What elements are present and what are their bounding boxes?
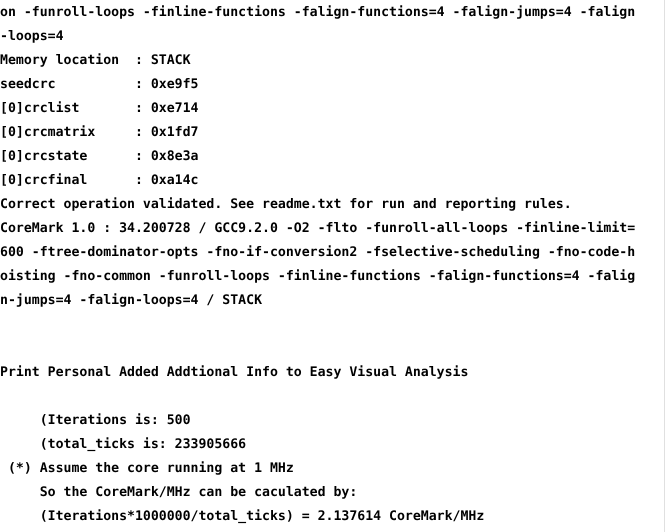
terminal-line-list: on -funroll-loops -finline-functions -fa… [0, 0, 665, 529]
terminal-line-calculation-note: So the CoreMark/MHz can be caculated by: [0, 485, 358, 500]
terminal-line-assume-core-clock: (*) Assume the core running at 1 MHz [0, 461, 294, 476]
terminal-line-coremark-result-wrap-2: 600 -ftree-dominator-opts -fno-if-conver… [0, 245, 636, 260]
terminal-line-flags-wrap-2: -loops=4 [0, 29, 64, 44]
terminal-line-crcfinal: [0]crcfinal : 0xa14c [0, 173, 199, 188]
terminal-line-coremark-per-mhz: (Iterations*1000000/total_ticks) = 2.137… [0, 509, 485, 524]
terminal-line-coremark-result-wrap-1: CoreMark 1.0 : 34.200728 / GCC9.2.0 -O2 … [0, 221, 636, 236]
terminal-line-memory-location: Memory location : STACK [0, 53, 191, 68]
terminal-line-flags-wrap-1: on -funroll-loops -finline-functions -fa… [0, 5, 636, 20]
terminal-line-personal-info-header: Print Personal Added Addtional Info to E… [0, 365, 469, 380]
terminal-line-crcstate: [0]crcstate : 0x8e3a [0, 149, 199, 164]
terminal-line-crcmatrix: [0]crcmatrix : 0x1fd7 [0, 125, 199, 140]
terminal-line-total-ticks: (total_ticks is: 233905666 [0, 437, 247, 452]
terminal-line-validation-message: Correct operation validated. See readme.… [0, 197, 572, 212]
terminal-line-coremark-result-wrap-4: n-jumps=4 -falign-loops=4 / STACK [0, 293, 263, 308]
terminal-line-iterations: (Iterations is: 500 [0, 413, 191, 428]
terminal-line-coremark-result-wrap-3: oisting -fno-common -funroll-loops -finl… [0, 269, 636, 284]
terminal-line-seedcrc: seedcrc : 0xe9f5 [0, 77, 199, 92]
terminal-line-crclist: [0]crclist : 0xe714 [0, 101, 199, 116]
terminal-output-pane[interactable]: on -funroll-loops -finline-functions -fa… [0, 0, 665, 532]
